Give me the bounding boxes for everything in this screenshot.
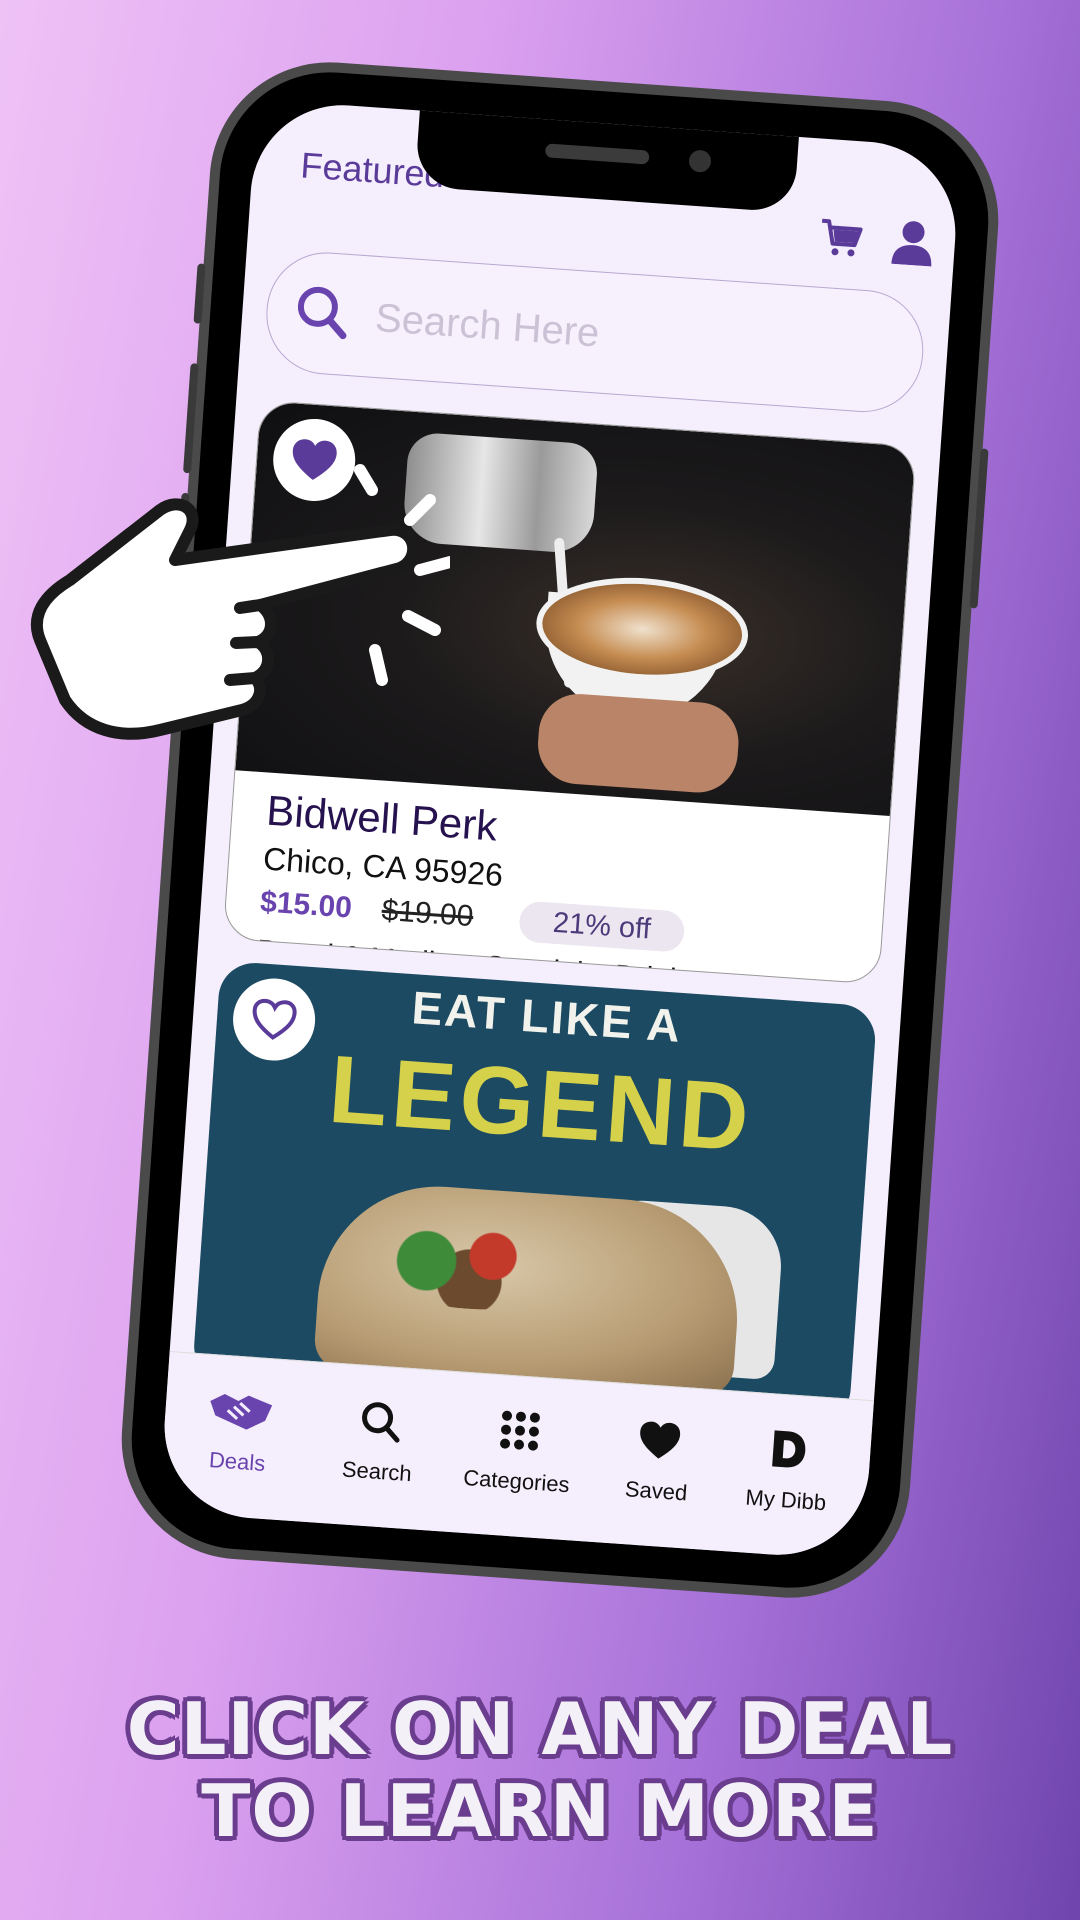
tab-my-dibb[interactable]: My Dibb	[720, 1417, 856, 1518]
original-price: $19.00	[380, 893, 475, 934]
speaker	[544, 143, 650, 165]
search-bar[interactable]	[262, 248, 928, 417]
deal-price: $15.00	[259, 885, 353, 925]
search-icon	[297, 286, 347, 340]
tab-label: My Dibb	[744, 1484, 827, 1516]
tab-deals[interactable]: Deals	[171, 1379, 307, 1480]
deal-card[interactable]: EAT LIKE A LEGEND	[191, 960, 878, 1426]
mute-switch	[193, 263, 206, 324]
search-icon	[362, 1402, 400, 1443]
caption-line-1: CLICK ON ANY DEAL	[126, 1687, 954, 1771]
tab-search[interactable]: Search	[311, 1388, 447, 1489]
tab-label: Deals	[208, 1447, 267, 1476]
heart-icon	[640, 1421, 681, 1459]
hand-holding-cup	[535, 691, 742, 796]
grid-dots-icon	[500, 1410, 540, 1451]
tab-saved[interactable]: Saved	[590, 1408, 726, 1509]
front-camera	[688, 149, 712, 173]
tab-categories[interactable]: Categories	[451, 1398, 587, 1499]
app-screen: Featured Deals Search Here Bidwell Perk …	[158, 99, 962, 1561]
promo-caption: CLICK ON ANY DEAL TO LEARN MORE	[0, 1688, 1080, 1852]
cart-icon[interactable]	[818, 217, 865, 260]
power-button	[969, 448, 989, 609]
discount-badge: 21% off	[517, 899, 686, 953]
heart-outline-icon	[252, 998, 297, 1040]
search-input[interactable]	[371, 288, 899, 384]
tab-label: Categories	[462, 1464, 571, 1498]
tab-label: Search	[341, 1456, 413, 1487]
caption-line-2: TO LEARN MORE	[201, 1769, 879, 1853]
user-profile-icon[interactable]	[889, 218, 936, 267]
d-logo-icon	[772, 1430, 806, 1468]
handshake-icon	[210, 1393, 273, 1430]
tab-label: Saved	[624, 1476, 689, 1506]
pointing-hand-icon	[30, 464, 450, 740]
